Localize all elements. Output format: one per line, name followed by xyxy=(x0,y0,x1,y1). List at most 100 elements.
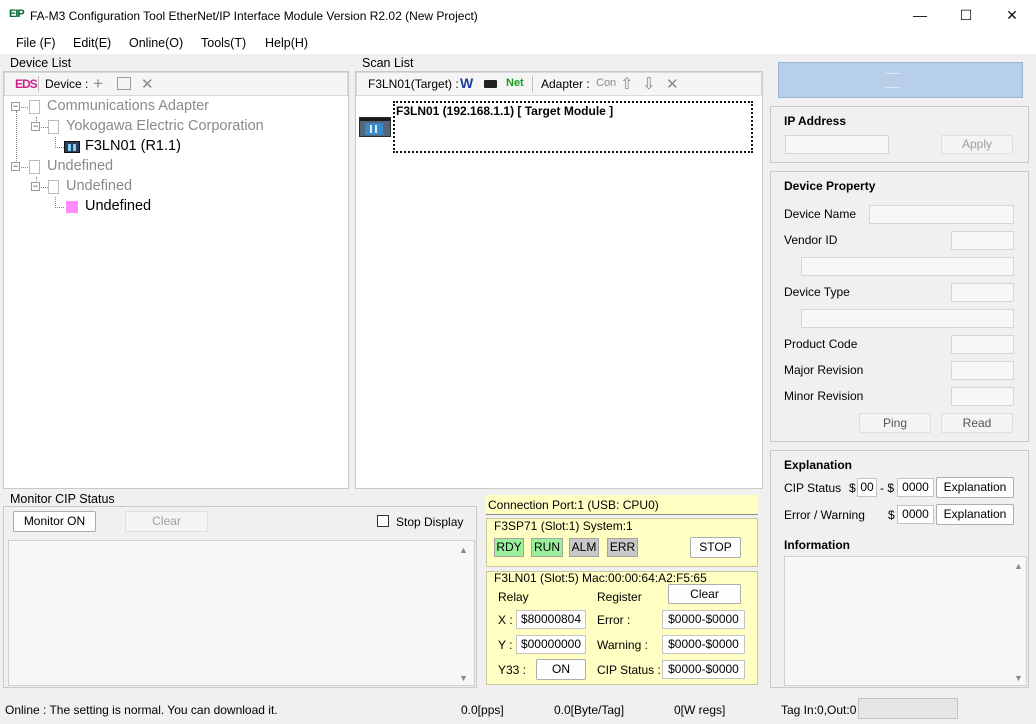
net-icon[interactable]: Net xyxy=(506,77,524,89)
document-icon xyxy=(48,120,59,134)
arrow-down-icon[interactable]: ⇩ xyxy=(642,74,655,94)
ip-address-title: IP Address xyxy=(784,114,847,128)
explanation-title: Explanation xyxy=(784,458,853,472)
collapse-icon[interactable]: − xyxy=(11,162,20,171)
cip-status-dash: - $ xyxy=(880,481,895,495)
target-label: F3LN01(Target) : xyxy=(368,77,459,91)
minor-revision-field xyxy=(951,387,1014,406)
menu-edit[interactable]: Edit(E) xyxy=(73,36,111,50)
menu-file[interactable]: File (F) xyxy=(16,36,56,50)
tree-item-f3ln01[interactable]: F3LN01 (R1.1) xyxy=(85,138,181,154)
device-type-name-field xyxy=(801,309,1014,328)
device-toolbar-label: Device : xyxy=(45,77,89,91)
information-title: Information xyxy=(784,538,850,552)
status-header xyxy=(778,62,1023,98)
con-icon[interactable]: Con xyxy=(596,77,616,89)
y33-label: Y33 : xyxy=(498,663,527,677)
product-code-field xyxy=(951,335,1014,354)
minimize-icon[interactable]: — xyxy=(897,0,943,31)
error-register-value: $0000-$0000 xyxy=(662,610,745,629)
status-byte-tag: 0.0[Byte/Tag] xyxy=(554,703,625,717)
device-type-field xyxy=(951,283,1014,302)
error-warning-field[interactable]: 0000 xyxy=(897,505,934,524)
vendor-name-field xyxy=(801,257,1014,276)
arrow-up-icon[interactable]: ⇧ xyxy=(620,74,633,94)
scroll-down-icon[interactable]: ▼ xyxy=(1014,673,1023,683)
x-relay-value: $80000804 xyxy=(516,610,586,629)
y33-on-button[interactable]: ON xyxy=(536,659,586,680)
error-explanation-button[interactable]: Explanation xyxy=(936,504,1014,525)
document-icon xyxy=(48,180,59,194)
eds-icon[interactable]: EDS xyxy=(15,77,38,91)
monitor-clear-button[interactable]: Clear xyxy=(125,511,208,532)
menu-online[interactable]: Online(O) xyxy=(129,36,183,50)
error-register-label: Error : xyxy=(597,613,631,627)
status-w-regs: 0[W regs] xyxy=(674,703,726,717)
maximize-icon[interactable]: ☐ xyxy=(943,0,989,31)
alm-indicator: ALM xyxy=(569,538,599,557)
toolbar-separator xyxy=(38,76,39,92)
information-text-area[interactable] xyxy=(784,556,1027,686)
tree-item-yokogawa[interactable]: Yokogawa Electric Corporation xyxy=(66,118,264,134)
menu-tools[interactable]: Tools(T) xyxy=(201,36,246,50)
device-property-title: Device Property xyxy=(784,179,876,193)
status-tag-inout: Tag In:0,Out:0 xyxy=(781,703,857,717)
tree-item-communications-adapter[interactable]: Communications Adapter xyxy=(47,98,209,114)
cip-status-code-field[interactable]: 00 xyxy=(857,478,877,497)
close-icon[interactable]: ✕ xyxy=(989,0,1035,31)
collapse-icon[interactable]: − xyxy=(31,182,40,191)
cip-status-label: CIP Status xyxy=(784,481,842,495)
ln-clear-button[interactable]: Clear xyxy=(668,584,741,604)
register-label: Register xyxy=(597,590,642,604)
tag-icon[interactable] xyxy=(484,80,497,88)
ip-address-input[interactable] xyxy=(785,135,889,154)
major-revision-label: Major Revision xyxy=(784,363,864,377)
app-icon: EIP xyxy=(9,8,25,20)
scroll-up-icon[interactable]: ▲ xyxy=(1014,561,1023,571)
major-revision-field xyxy=(951,361,1014,380)
minor-revision-label: Minor Revision xyxy=(784,389,864,403)
apply-button[interactable]: Apply xyxy=(941,135,1013,154)
stop-display-label: Stop Display xyxy=(396,515,464,529)
scroll-down-icon[interactable]: ▼ xyxy=(459,673,468,683)
collapse-icon[interactable]: − xyxy=(31,122,40,131)
add-device-icon[interactable]: + xyxy=(93,74,103,94)
device-name-field xyxy=(869,205,1014,224)
monitor-on-button[interactable]: Monitor ON xyxy=(13,511,96,532)
device-properties-icon[interactable] xyxy=(117,77,131,90)
dollar-sign: $ xyxy=(849,481,856,495)
divider xyxy=(486,514,758,515)
w-register-icon[interactable]: W xyxy=(460,75,473,91)
collapse-icon[interactable]: − xyxy=(11,102,20,111)
cip-register-label: CIP Status : xyxy=(597,663,661,677)
scroll-up-icon[interactable]: ▲ xyxy=(459,545,468,555)
status-progress-box xyxy=(858,698,958,719)
error-warning-label: Error / Warning xyxy=(784,508,865,522)
module-icon xyxy=(64,141,80,153)
status-header-line1: ----- xyxy=(885,68,900,78)
menu-help[interactable]: Help(H) xyxy=(265,36,308,50)
monitor-log-area[interactable] xyxy=(8,540,475,686)
tree-item-undefined[interactable]: Undefined xyxy=(47,158,113,174)
adapter-label: Adapter : xyxy=(541,77,590,91)
cip-explanation-button[interactable]: Explanation xyxy=(936,477,1014,498)
stop-button[interactable]: STOP xyxy=(690,537,741,558)
tree-item-undefined[interactable]: Undefined xyxy=(66,178,132,194)
document-icon xyxy=(29,100,40,114)
undefined-module-icon xyxy=(66,201,78,213)
read-button[interactable]: Read xyxy=(941,413,1013,433)
stop-display-checkbox[interactable] xyxy=(377,515,389,527)
delete-adapter-icon[interactable]: ✕ xyxy=(666,75,679,93)
tree-item-undefined-module[interactable]: Undefined xyxy=(85,198,151,214)
device-type-label: Device Type xyxy=(784,285,850,299)
target-module-text: F3LN01 (192.168.1.1) [ Target Module ] xyxy=(396,104,614,118)
document-icon xyxy=(29,160,40,174)
err-indicator: ERR xyxy=(607,538,638,557)
cip-register-value: $0000-$0000 xyxy=(662,660,745,679)
ping-button[interactable]: Ping xyxy=(859,413,931,433)
vendor-id-field xyxy=(951,231,1014,250)
vendor-id-label: Vendor ID xyxy=(784,233,838,247)
warning-register-value: $0000-$0000 xyxy=(662,635,745,654)
delete-device-icon[interactable]: ✕ xyxy=(141,75,154,93)
cip-status-ext-field[interactable]: 0000 xyxy=(897,478,934,497)
